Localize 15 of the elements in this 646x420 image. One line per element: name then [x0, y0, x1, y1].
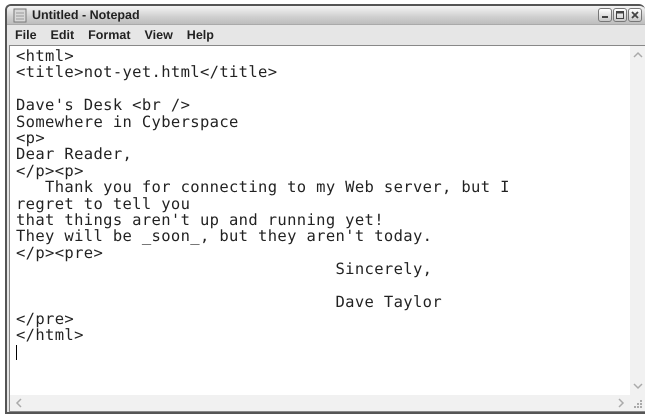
- menu-item[interactable]: Edit: [50, 28, 74, 42]
- minimize-button[interactable]: [598, 8, 612, 22]
- vertical-scrollbar[interactable]: [630, 46, 645, 395]
- notepad-icon: [13, 8, 27, 22]
- menu-item[interactable]: File: [15, 28, 37, 42]
- window-title: Untitled - Notepad: [32, 8, 140, 22]
- close-icon: [630, 10, 640, 20]
- document-text: <html> <title>not-yet.html</title> Dave's Desk <br /> Somewhere in Cyberspace <p> Dear Reader, </p><p> Thank you for connecting to my Web server, but I regret to tell you that things aren't up and running yet! They will be _soon_, but they aren't today. </p><pre> Sincerely, Dave Taylor </pre> </html>: [16, 48, 511, 344]
- menu-item[interactable]: Help: [186, 28, 214, 42]
- menu-item[interactable]: Format: [88, 28, 131, 42]
- maximize-icon: [615, 10, 625, 20]
- text-cursor: [16, 345, 17, 360]
- close-button[interactable]: [628, 8, 642, 22]
- maximize-button[interactable]: [613, 8, 627, 22]
- menu-item[interactable]: View: [144, 28, 173, 42]
